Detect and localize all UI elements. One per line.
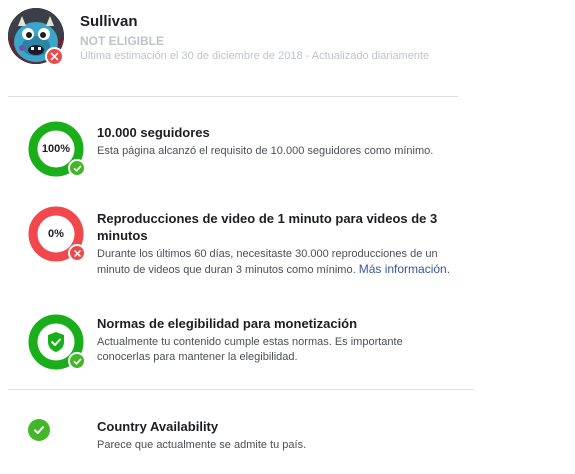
header-divider (8, 96, 458, 97)
close-icon (50, 52, 59, 61)
status-badge (28, 419, 50, 441)
requirement-description: Esta página alcanzó el requisito de 10.0… (97, 145, 434, 157)
page-name[interactable]: Sullivan (80, 13, 429, 31)
requirement-video-views: 0% Reproducciones de video de 1 minuto p… (28, 206, 488, 286)
check-icon (34, 426, 44, 434)
status-badge (68, 352, 86, 370)
status-badge (68, 159, 86, 177)
progress-ring-standards (28, 314, 86, 370)
requirement-monetization-standards: Normas de elegibilidad para monetización… (28, 314, 488, 374)
check-icon (73, 165, 81, 172)
requirement-description: Durante los últimos 60 días, necesitaste… (97, 247, 472, 278)
requirement-title: 10.000 seguidores (97, 125, 210, 140)
more-info-link[interactable]: Más información. (359, 262, 450, 276)
close-icon (73, 249, 81, 257)
page-avatar-wrap (8, 8, 64, 66)
progress-ring-video-views: 0% (28, 206, 86, 262)
requirement-followers: 100% 10.000 seguidores Esta página alcan… (28, 121, 488, 181)
requirement-description: Parece que actualmente se admite tu país… (97, 439, 307, 451)
header-text: Sullivan NOT ELIGIBLE Última estimación … (80, 13, 429, 63)
eligibility-status: NOT ELIGIBLE (80, 34, 164, 48)
requirement-text: 10.000 seguidores Esta página alcanzó el… (97, 124, 467, 159)
check-icon (73, 358, 81, 365)
estimate-text: Última estimación el 30 de diciembre de … (80, 50, 430, 62)
requirement-text: Normas de elegibilidad para monetización… (97, 315, 417, 365)
section-divider (8, 389, 474, 390)
requirement-text: Country Availability Parece que actualme… (97, 418, 467, 453)
monetization-eligibility-panel: Sullivan NOT ELIGIBLE Última estimación … (0, 0, 575, 474)
requirement-text: Reproducciones de video de 1 minuto para… (97, 210, 472, 278)
requirement-title: Country Availability (97, 419, 219, 434)
requirement-description: Actualmente tu contenido cumple estas no… (97, 336, 403, 363)
status-badge (68, 244, 86, 262)
requirement-title: Reproducciones de video de 1 minuto para… (97, 211, 438, 243)
not-eligible-badge (45, 47, 64, 66)
requirement-country-availability: Country Availability Parece que actualme… (28, 418, 488, 458)
requirement-title: Normas de elegibilidad para monetización (97, 316, 358, 331)
progress-ring-followers: 100% (28, 121, 86, 177)
page-header: Sullivan NOT ELIGIBLE Última estimación … (8, 8, 478, 68)
shield-check-icon (48, 332, 64, 352)
